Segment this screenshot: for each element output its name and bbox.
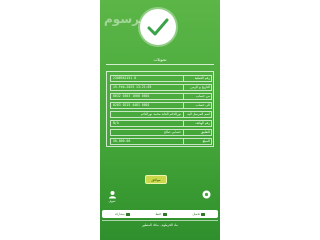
detail-label: رقم الهاتف	[183, 121, 211, 126]
detail-label: من حساب	[183, 94, 211, 99]
detail-value: N/A	[113, 121, 119, 125]
detail-label: رقم العملية	[183, 76, 211, 81]
detail-row-recipient: اسم المرسل اليه نورالدائم العابد محمد نو…	[110, 111, 212, 118]
download-icon	[201, 212, 206, 216]
save-label: حفظ	[155, 212, 162, 216]
detail-label: اسم المرسل اليه	[183, 112, 211, 117]
save-button[interactable]: حفظ	[155, 212, 167, 216]
detail-value: 15-Feb-2025 13:21:05	[113, 85, 152, 89]
receipt-screen: مرسوم تحويلات رقم العملية 2308942151 0 ا…	[100, 0, 220, 240]
title-divider	[106, 64, 214, 65]
save-icon	[162, 212, 167, 216]
detail-value: 0283 0215 4401 0001	[113, 103, 150, 107]
share-label: مشاركة	[114, 212, 125, 216]
share-icon	[125, 212, 130, 216]
detail-value: حسابي صالح	[163, 130, 181, 134]
checkmark-icon	[140, 9, 176, 45]
detail-value: 50,000.00	[113, 139, 131, 143]
download-button[interactable]: تحميل	[192, 212, 206, 216]
user-icon[interactable]	[108, 190, 117, 199]
bottom-divider	[102, 220, 218, 221]
detail-row-amount: المبلغ 50,000.00	[110, 138, 212, 145]
detail-value: نورالدائم العابد محمد نورالدائم	[140, 112, 181, 116]
detail-row-comment: التعليق حسابي صالح	[110, 129, 212, 136]
detail-row-phone: رقم الهاتف N/A	[110, 120, 212, 127]
download-label: تحميل	[192, 212, 201, 216]
action-bar: مشاركة حفظ تحميل	[102, 210, 218, 218]
user-label: تحويل	[108, 199, 116, 203]
detail-row-to-account: الى حساب 0283 0215 4401 0001	[110, 102, 212, 109]
page-title: تحويلات	[153, 57, 167, 62]
detail-label: التعليق	[183, 130, 211, 135]
detail-value: 2308942151 0	[113, 76, 137, 80]
share-button[interactable]: مشاركة	[115, 212, 130, 216]
detail-value: 8032 0303 1608 0001	[113, 94, 150, 98]
footer-text: بنك الخرطوم - بنكك المتطور	[141, 223, 179, 227]
detail-row-datetime: التاريخ و الزمن 15-Feb-2025 13:21:05	[110, 84, 212, 91]
ok-button[interactable]: موافق	[145, 175, 167, 184]
detail-row-from-account: من حساب 8032 0303 1608 0001	[110, 93, 212, 100]
detail-label: الى حساب	[183, 103, 211, 108]
detail-row-reference: رقم العملية 2308942151 0	[110, 75, 212, 82]
settings-icon[interactable]	[202, 190, 211, 199]
details-card: رقم العملية 2308942151 0 التاريخ و الزمن…	[106, 71, 214, 147]
detail-label: التاريخ و الزمن	[183, 85, 211, 90]
detail-label: المبلغ	[183, 139, 211, 144]
